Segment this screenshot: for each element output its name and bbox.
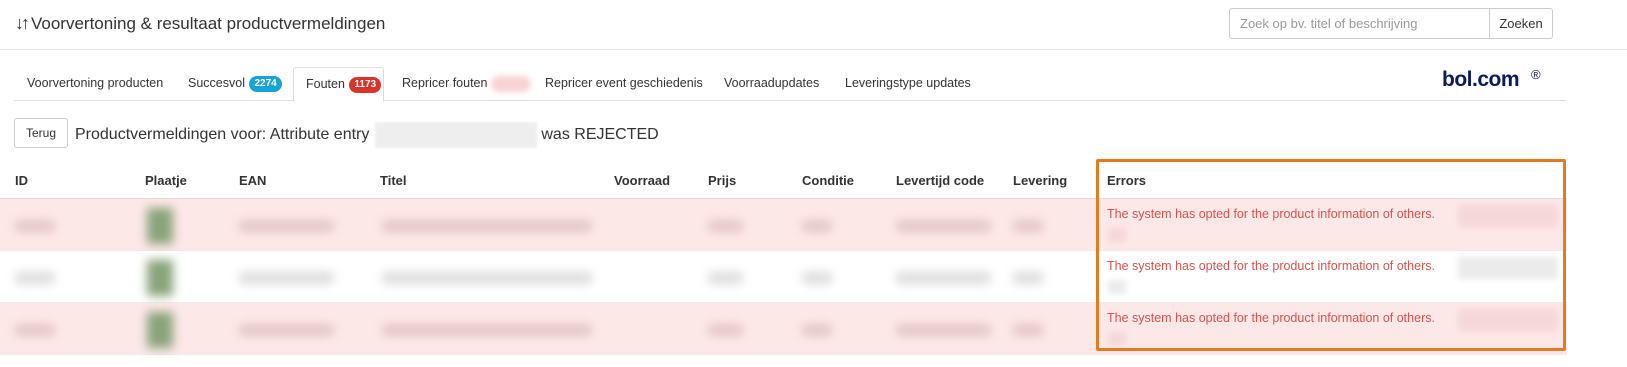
tab-fouten[interactable]: Fouten 1173: [293, 67, 384, 102]
redacted-id: [15, 272, 55, 284]
redacted-price: [708, 272, 743, 284]
redacted-lead-time: [896, 272, 991, 284]
product-thumbnail: [147, 260, 173, 296]
tab-repricer-fouten[interactable]: Repricer fouten: [402, 67, 531, 101]
column-header-voorraad[interactable]: Voorraad: [614, 173, 670, 188]
redacted-condition: [802, 324, 832, 336]
redacted-error-detail: [1458, 257, 1558, 279]
column-header-ean[interactable]: EAN: [239, 173, 266, 188]
redacted-title: [382, 324, 592, 336]
redacted-error-detail: [1458, 205, 1558, 227]
bol-com-logo: bol.com: [1442, 68, 1520, 91]
error-message: The system has opted for the product inf…: [1107, 259, 1435, 273]
page-title: ↓↑ Voorvertoning & resultaat productverm…: [15, 13, 385, 34]
redacted-title: [382, 220, 592, 232]
tab-label: Leveringstype updates: [845, 76, 971, 90]
column-header-errors[interactable]: Errors: [1107, 173, 1146, 188]
redacted-ean: [239, 272, 334, 284]
listing-title-prefix: Productvermeldingen voor: Attribute entr…: [75, 126, 370, 143]
listing-title: Productvermeldingen voor: Attribute entr…: [75, 122, 659, 148]
error-message: The system has opted for the product inf…: [1107, 207, 1435, 221]
redacted-badge: [490, 75, 531, 92]
redacted-condition: [802, 272, 832, 284]
redacted-delivery: [1013, 220, 1043, 232]
tab-bar: Voorvertoning producten Succesvol 2274 F…: [14, 67, 1566, 102]
listing-title-suffix: was REJECTED: [541, 126, 659, 143]
table-row[interactable]: The system has opted for the product inf…: [0, 303, 1567, 355]
product-thumbnail: [147, 312, 173, 348]
table-row[interactable]: The system has opted for the product inf…: [0, 199, 1567, 251]
tab-label: Repricer fouten: [402, 76, 488, 90]
redacted-error-detail: [1108, 332, 1126, 346]
error-count-badge: 1173: [349, 77, 382, 93]
success-count-badge: 2274: [249, 76, 282, 92]
search-input[interactable]: [1229, 8, 1490, 39]
tab-leveringstype-updates[interactable]: Leveringstype updates: [845, 67, 971, 101]
redacted-delivery: [1013, 324, 1043, 336]
redacted-condition: [802, 220, 832, 232]
column-header-levering[interactable]: Levering: [1013, 173, 1067, 188]
redacted-error-detail: [1108, 280, 1126, 294]
column-header-levertijd-code[interactable]: Levertijd code: [896, 173, 984, 188]
redacted-title: [382, 272, 592, 284]
product-thumbnail: [147, 208, 173, 244]
column-header-titel[interactable]: Titel: [380, 173, 407, 188]
redacted-id: [15, 220, 55, 232]
redacted-error-detail: [1458, 309, 1558, 331]
column-header-conditie[interactable]: Conditie: [802, 173, 854, 188]
error-message: The system has opted for the product inf…: [1107, 311, 1435, 325]
redacted-lead-time: [896, 324, 991, 336]
registered-mark-icon: ®: [1531, 67, 1541, 82]
tab-label: Voorvertoning producten: [27, 76, 164, 90]
back-button[interactable]: Terug: [14, 118, 68, 148]
redacted-ean: [239, 220, 334, 232]
page-title-text: Voorvertoning & resultaat productvermeld…: [31, 13, 386, 33]
tab-repricer-event-geschiedenis[interactable]: Repricer event geschiedenis: [545, 67, 703, 101]
tab-label: Fouten: [306, 77, 345, 91]
search-button[interactable]: Zoeken: [1490, 8, 1553, 39]
redacted-ean: [239, 324, 334, 336]
search-bar: Zoeken: [1229, 8, 1553, 39]
redacted-price: [708, 220, 743, 232]
redacted-id: [15, 324, 55, 336]
redacted-delivery: [1013, 272, 1043, 284]
sort-icon: ↓↑: [15, 13, 30, 33]
column-header-plaatje[interactable]: Plaatje: [145, 173, 187, 188]
tab-label: Repricer event geschiedenis: [545, 76, 703, 90]
column-header-prijs[interactable]: Prijs: [708, 173, 736, 188]
tab-succesvol[interactable]: Succesvol 2274: [188, 67, 282, 101]
redacted-attribute: [375, 122, 538, 148]
column-header-id[interactable]: ID: [15, 173, 28, 188]
tab-voorraadupdates[interactable]: Voorraadupdates: [724, 67, 819, 101]
redacted-error-detail: [1108, 228, 1126, 242]
page-header: ↓↑ Voorvertoning & resultaat productverm…: [0, 0, 1627, 50]
table-row[interactable]: The system has opted for the product inf…: [0, 251, 1567, 303]
redacted-lead-time: [896, 220, 991, 232]
tab-label: Succesvol: [188, 76, 245, 90]
tab-label: Voorraadupdates: [724, 76, 820, 90]
redacted-price: [708, 324, 743, 336]
tab-voorvertoning-producten[interactable]: Voorvertoning producten: [27, 67, 163, 101]
